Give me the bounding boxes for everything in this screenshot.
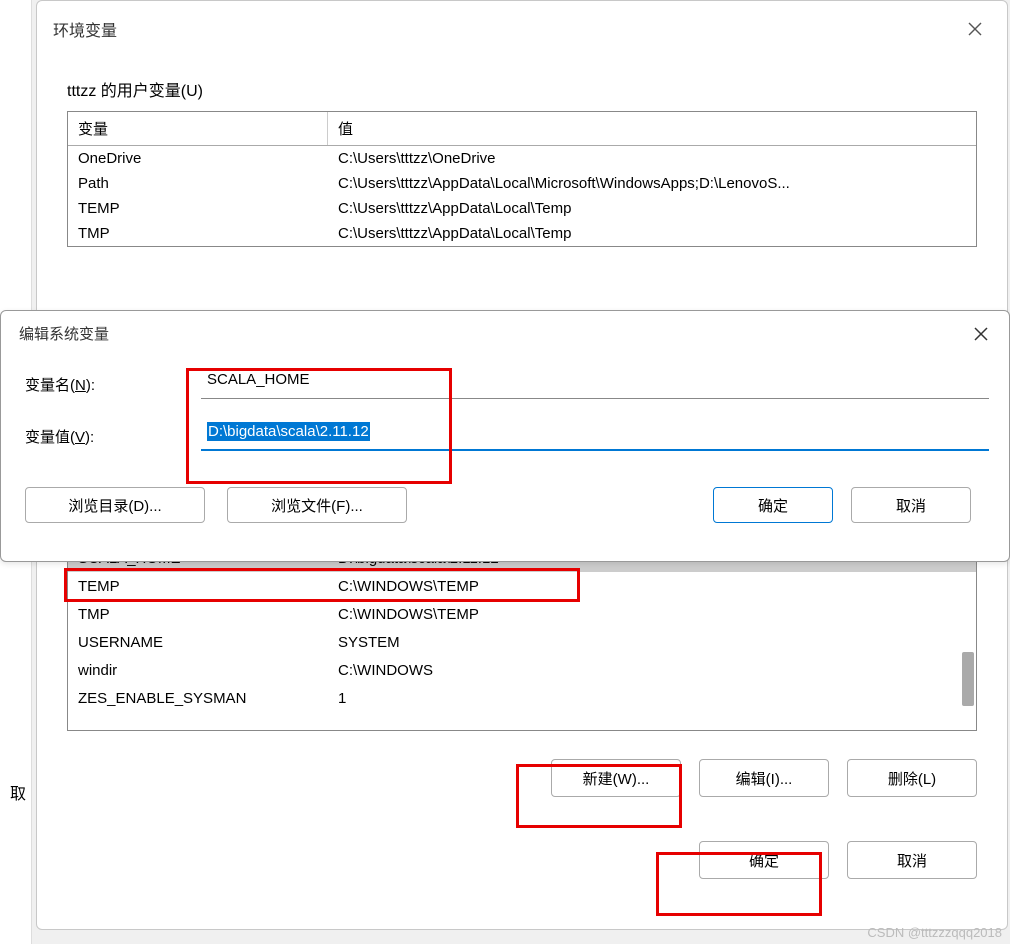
table-row[interactable]: TMP C:\Users\tttzz\AppData\Local\Temp: [68, 221, 976, 246]
edit-system-variable-dialog: 编辑系统变量 变量名(N): SCALA_HOME 变量值(V): D:\big…: [0, 310, 1010, 562]
watermark: CSDN @tttzzzqqq2018: [867, 925, 1002, 940]
new-button[interactable]: 新建(W)...: [551, 759, 681, 797]
cell-val: C:\WINDOWS: [328, 659, 976, 682]
table-row[interactable]: TMP C:\WINDOWS\TEMP: [68, 600, 976, 628]
ok-button[interactable]: 确定: [699, 841, 829, 879]
cell-val: C:\WINDOWS\TEMP: [328, 575, 976, 598]
cell-var: TMP: [68, 221, 328, 246]
ok-button[interactable]: 确定: [713, 487, 833, 523]
user-vars-table[interactable]: 变量 值 OneDrive C:\Users\tttzz\OneDrive Pa…: [67, 111, 977, 247]
col-header-var[interactable]: 变量: [68, 112, 328, 145]
table-row[interactable]: TEMP C:\WINDOWS\TEMP: [68, 572, 976, 600]
sys-vars-group: SCALA_HOME D:\bigdata\scala\2.11.12 TEMP…: [67, 543, 977, 797]
cell-var: windir: [68, 659, 328, 682]
var-name-input[interactable]: SCALA_HOME: [201, 369, 989, 399]
env-dialog-title: 环境变量: [53, 17, 117, 41]
cell-var: OneDrive: [68, 146, 328, 171]
cell-val: C:\Users\tttzz\AppData\Local\Microsoft\W…: [328, 171, 976, 196]
var-value-input[interactable]: D:\bigdata\scala\2.11.12: [201, 421, 989, 451]
user-vars-label: tttzz 的用户变量(U): [67, 77, 977, 101]
table-row[interactable]: windir C:\WINDOWS: [68, 656, 976, 684]
table-row[interactable]: OneDrive C:\Users\tttzz\OneDrive: [68, 146, 976, 171]
close-icon[interactable]: [965, 318, 997, 350]
browse-dir-button[interactable]: 浏览目录(D)...: [25, 487, 205, 523]
cell-val: SYSTEM: [328, 631, 976, 654]
cell-var: TEMP: [68, 196, 328, 221]
table-row[interactable]: TEMP C:\Users\tttzz\AppData\Local\Temp: [68, 196, 976, 221]
var-name-row: 变量名(N): SCALA_HOME: [21, 369, 989, 399]
env-titlebar: 环境变量: [37, 1, 1007, 57]
cell-var: ZES_ENABLE_SYSMAN: [68, 687, 328, 710]
cell-var: Path: [68, 171, 328, 196]
table-row[interactable]: Path C:\Users\tttzz\AppData\Local\Micros…: [68, 171, 976, 196]
edit-body: 变量名(N): SCALA_HOME 变量值(V): D:\bigdata\sc…: [1, 357, 1009, 523]
user-vars-group: tttzz 的用户变量(U) 变量 值 OneDrive C:\Users\tt…: [67, 77, 977, 247]
cancel-button[interactable]: 取消: [847, 841, 977, 879]
cell-var: TEMP: [68, 575, 328, 598]
edit-titlebar: 编辑系统变量: [1, 311, 1009, 357]
sys-vars-table[interactable]: SCALA_HOME D:\bigdata\scala\2.11.12 TEMP…: [67, 543, 977, 731]
table-row[interactable]: ZES_ENABLE_SYSMAN 1: [68, 684, 976, 712]
sys-button-row: 新建(W)... 编辑(I)... 删除(L): [67, 759, 977, 797]
col-header-val[interactable]: 值: [328, 112, 976, 145]
partial-text: 取: [10, 780, 26, 804]
scrollbar-thumb[interactable]: [962, 652, 974, 706]
var-value-label: 变量值(V):: [21, 426, 201, 447]
var-value-row: 变量值(V): D:\bigdata\scala\2.11.12: [21, 421, 989, 451]
var-name-label: 变量名(N):: [21, 374, 201, 395]
close-icon[interactable]: [959, 13, 991, 45]
cell-var: USERNAME: [68, 631, 328, 654]
cell-val: 1: [328, 687, 976, 710]
edit-dialog-title: 编辑系统变量: [19, 323, 109, 344]
cell-val: C:\WINDOWS\TEMP: [328, 603, 976, 626]
cell-val: C:\Users\tttzz\AppData\Local\Temp: [328, 221, 976, 246]
cell-val: C:\Users\tttzz\AppData\Local\Temp: [328, 196, 976, 221]
cell-var: TMP: [68, 603, 328, 626]
cell-val: C:\Users\tttzz\OneDrive: [328, 146, 976, 171]
dialog-button-row: 确定 取消: [67, 841, 977, 879]
edit-button[interactable]: 编辑(I)...: [699, 759, 829, 797]
table-row[interactable]: USERNAME SYSTEM: [68, 628, 976, 656]
browse-file-button[interactable]: 浏览文件(F)...: [227, 487, 407, 523]
cancel-button[interactable]: 取消: [851, 487, 971, 523]
delete-button[interactable]: 删除(L): [847, 759, 977, 797]
table-header: 变量 值: [68, 112, 976, 146]
edit-button-row: 浏览目录(D)... 浏览文件(F)... 确定 取消: [21, 473, 989, 523]
